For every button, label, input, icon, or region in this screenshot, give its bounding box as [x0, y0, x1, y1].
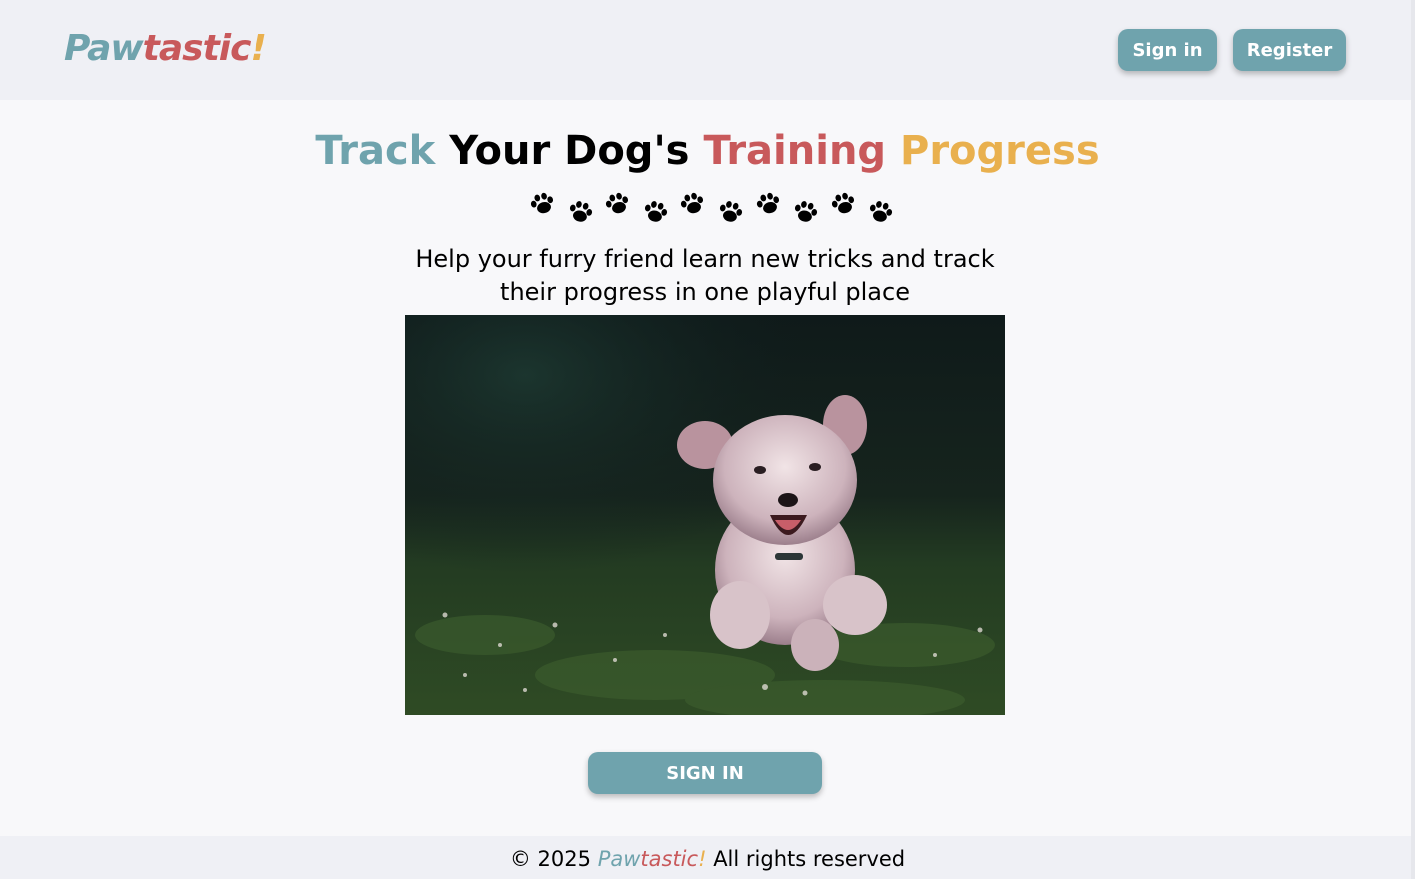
- site-footer: © 2025 Pawtastic! All rights reserved: [0, 836, 1415, 879]
- logo-part-paw: Paw: [64, 28, 144, 69]
- title-words-your-dogs: Your Dog's: [449, 128, 690, 174]
- hero-subtitle: Help your furry friend learn new tricks …: [405, 243, 1005, 309]
- window-edge: [1411, 0, 1415, 879]
- paw-print-icon: [530, 192, 554, 214]
- footer-copyright: © 2025: [509, 847, 591, 871]
- footer-brand: Pawtastic!: [598, 847, 707, 871]
- header-register-button[interactable]: Register: [1233, 29, 1346, 71]
- paw-prints-divider: [528, 190, 908, 226]
- paw-print-icon: [831, 192, 854, 214]
- paw-print-icon: [681, 192, 704, 214]
- site-header: Pawtastic! Sign in Register: [0, 0, 1415, 100]
- paw-print-icon: [756, 192, 779, 214]
- title-word-track: Track: [315, 128, 436, 174]
- hero-sign-in-button[interactable]: SIGN IN: [588, 752, 822, 794]
- title-word-training: Training: [703, 128, 887, 174]
- hero-title: Track Your Dog's Training Progress: [0, 128, 1415, 174]
- footer-brand-paw: Paw: [597, 847, 641, 871]
- title-word-progress: Progress: [900, 128, 1100, 174]
- header-sign-in-button[interactable]: Sign in: [1118, 29, 1217, 71]
- footer-rights: All rights reserved: [713, 847, 906, 871]
- hero-dog-photo: [405, 315, 1005, 715]
- logo-exclamation: !: [250, 28, 266, 69]
- logo-part-tastic: tastic: [142, 28, 252, 69]
- paw-print-icon: [870, 201, 893, 222]
- subtitle-line-1: Help your furry friend learn new tricks …: [415, 245, 995, 273]
- paw-print-icon: [795, 201, 818, 222]
- paw-print-icon: [719, 201, 743, 222]
- site-logo[interactable]: Pawtastic!: [64, 28, 267, 69]
- subtitle-line-2: their progress in one playful place: [500, 278, 910, 306]
- footer-brand-exclamation: !: [698, 847, 707, 871]
- paw-print-icon: [606, 192, 629, 214]
- paw-print-icon: [569, 201, 592, 222]
- paw-print-icon: [644, 201, 667, 222]
- footer-brand-tastic: tastic: [640, 847, 699, 871]
